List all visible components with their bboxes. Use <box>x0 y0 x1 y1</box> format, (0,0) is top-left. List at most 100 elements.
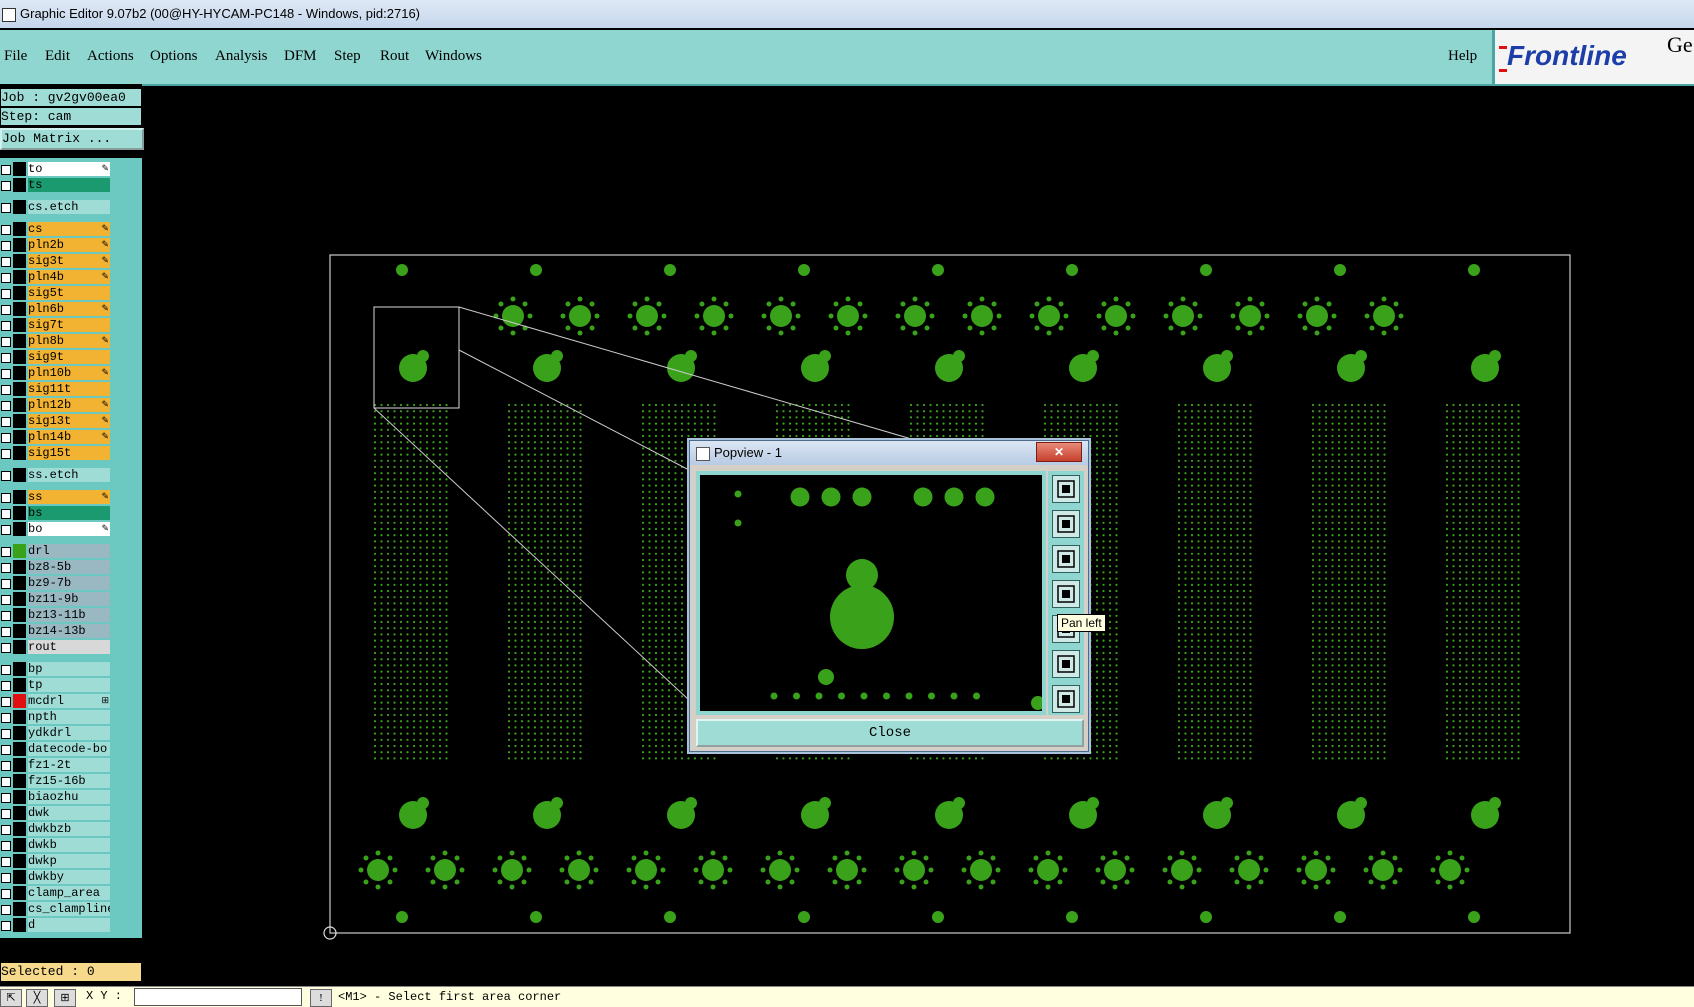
layer-color-swatch[interactable] <box>13 506 26 520</box>
layer-color-swatch[interactable] <box>13 758 26 772</box>
layer-checkbox[interactable] <box>1 471 11 481</box>
layer-row[interactable]: pln2b✎ <box>0 238 112 253</box>
layer-checkbox[interactable] <box>1 449 11 459</box>
layer-checkbox[interactable] <box>1 745 11 755</box>
layer-row[interactable]: cs_clampline <box>0 902 112 917</box>
layer-name[interactable]: bo <box>28 522 110 536</box>
layer-row[interactable]: pln6b✎ <box>0 302 112 317</box>
layer-name[interactable]: pln2b <box>28 238 110 252</box>
layer-color-swatch[interactable] <box>13 678 26 692</box>
layer-row[interactable]: bp <box>0 662 112 677</box>
layer-name[interactable]: bz8-5b <box>28 560 110 574</box>
layer-row[interactable]: pln14b✎ <box>0 430 112 445</box>
layer-checkbox[interactable] <box>1 401 11 411</box>
layer-checkbox[interactable] <box>1 857 11 867</box>
layer-color-swatch[interactable] <box>13 710 26 724</box>
layer-color-swatch[interactable] <box>13 238 26 252</box>
layer-name[interactable]: npth <box>28 710 110 724</box>
layer-row[interactable]: dwkb <box>0 838 112 853</box>
layer-row[interactable]: ydkdrl <box>0 726 112 741</box>
layer-checkbox[interactable] <box>1 337 11 347</box>
layer-checkbox[interactable] <box>1 921 11 931</box>
layer-checkbox[interactable] <box>1 385 11 395</box>
layer-name[interactable]: sig5t <box>28 286 110 300</box>
layer-name[interactable]: dwkby <box>28 870 110 884</box>
layer-color-swatch[interactable] <box>13 592 26 606</box>
layer-color-swatch[interactable] <box>13 822 26 836</box>
layer-color-swatch[interactable] <box>13 790 26 804</box>
layer-checkbox[interactable] <box>1 203 11 213</box>
layer-color-swatch[interactable] <box>13 694 26 708</box>
layer-color-swatch[interactable] <box>13 366 26 380</box>
layer-checkbox[interactable] <box>1 889 11 899</box>
layer-row[interactable]: dwk <box>0 806 112 821</box>
layer-checkbox[interactable] <box>1 777 11 787</box>
layer-checkbox[interactable] <box>1 665 11 675</box>
menu-windows[interactable]: Windows <box>425 48 482 65</box>
layer-name[interactable]: to <box>28 162 110 176</box>
layer-checkbox[interactable] <box>1 579 11 589</box>
layer-name[interactable]: sig7t <box>28 318 110 332</box>
menu-rout[interactable]: Rout <box>380 48 409 65</box>
layer-checkbox[interactable] <box>1 305 11 315</box>
layer-checkbox[interactable] <box>1 181 11 191</box>
layer-color-swatch[interactable] <box>13 838 26 852</box>
layer-name[interactable]: mcdrl <box>28 694 110 708</box>
layer-row[interactable]: tp <box>0 678 112 693</box>
layer-color-swatch[interactable] <box>13 286 26 300</box>
layer-name[interactable]: bz9-7b <box>28 576 110 590</box>
layer-color-swatch[interactable] <box>13 222 26 236</box>
layer-checkbox[interactable] <box>1 225 11 235</box>
layer-color-swatch[interactable] <box>13 806 26 820</box>
layer-name[interactable]: ss <box>28 490 110 504</box>
layer-row[interactable]: pln4b✎ <box>0 270 112 285</box>
layer-row[interactable]: ss.etch <box>0 468 112 483</box>
layer-row[interactable]: bz13-11b <box>0 608 112 623</box>
layer-color-swatch[interactable] <box>13 560 26 574</box>
layer-checkbox[interactable] <box>1 493 11 503</box>
layer-checkbox[interactable] <box>1 417 11 427</box>
layer-name[interactable]: bs <box>28 506 110 520</box>
layer-color-swatch[interactable] <box>13 468 26 482</box>
layer-name[interactable]: clamp_area <box>28 886 110 900</box>
layer-row[interactable]: fz1-2t <box>0 758 112 773</box>
layer-color-swatch[interactable] <box>13 522 26 536</box>
layer-checkbox[interactable] <box>1 369 11 379</box>
menu-dfm[interactable]: DFM <box>284 48 317 65</box>
layer-checkbox[interactable] <box>1 697 11 707</box>
layer-row[interactable]: drl <box>0 544 112 559</box>
layer-checkbox[interactable] <box>1 809 11 819</box>
layer-color-swatch[interactable] <box>13 902 26 916</box>
layer-row[interactable]: sig13t✎ <box>0 414 112 429</box>
job-matrix-button[interactable]: Job Matrix ... <box>0 128 144 150</box>
layer-name[interactable]: ts <box>28 178 110 192</box>
layer-checkbox[interactable] <box>1 547 11 557</box>
layer-name[interactable]: drl <box>28 544 110 558</box>
layer-name[interactable]: pln14b <box>28 430 110 444</box>
layer-row[interactable]: pln12b✎ <box>0 398 112 413</box>
layer-row[interactable]: d <box>0 918 112 933</box>
layer-checkbox[interactable] <box>1 713 11 723</box>
layer-checkbox[interactable] <box>1 627 11 637</box>
layer-name[interactable]: rout <box>28 640 110 654</box>
layer-row[interactable]: sig5t <box>0 286 112 301</box>
layer-checkbox[interactable] <box>1 165 11 175</box>
layer-checkbox[interactable] <box>1 761 11 771</box>
layer-row[interactable]: datecode-bo <box>0 742 112 757</box>
layer-row[interactable]: clamp_area <box>0 886 112 901</box>
layer-color-swatch[interactable] <box>13 334 26 348</box>
layer-color-swatch[interactable] <box>13 270 26 284</box>
layer-name[interactable]: pln4b <box>28 270 110 284</box>
layer-row[interactable]: bz14-13b <box>0 624 112 639</box>
layer-color-swatch[interactable] <box>13 774 26 788</box>
layer-row[interactable]: sig3t✎ <box>0 254 112 269</box>
layer-row[interactable]: pln10b✎ <box>0 366 112 381</box>
layer-color-swatch[interactable] <box>13 254 26 268</box>
layer-checkbox[interactable] <box>1 643 11 653</box>
layer-color-swatch[interactable] <box>13 490 26 504</box>
layer-color-swatch[interactable] <box>13 886 26 900</box>
layer-row[interactable]: cs.etch <box>0 200 112 215</box>
layer-color-swatch[interactable] <box>13 742 26 756</box>
layer-name[interactable]: dwkb <box>28 838 110 852</box>
layer-checkbox[interactable] <box>1 681 11 691</box>
